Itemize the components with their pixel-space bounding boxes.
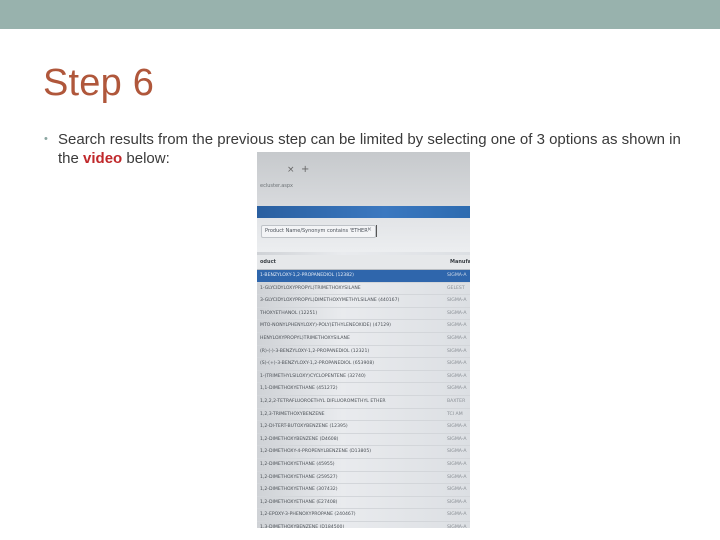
photo-row-manufacturer: SIGMA-A (447, 273, 467, 278)
photo-table-row: 1-BENZYLOXY-1,2-PROPANEDIOL (12382) SIGMA… (257, 270, 470, 283)
photo-row-product: 1,2-DIMETHOXYETHANE (E27408) (260, 499, 338, 505)
photo-row-product: (R)-(-)-3-BENZYLOXY-1,2-PROPANEDIOL (123… (260, 348, 370, 354)
photo-table-row: 1,2,3-TRIMETHOXYBENZENE TCI AM (257, 409, 470, 422)
photo-row-product: HENYLOXYPROPYL)TRIMETHOXYSILANE (260, 335, 350, 341)
screen-photo: × + ecluster.aspx Product Name/Synonym c… (257, 152, 470, 528)
photo-row-product: (S)-(+)-3-BENZYLOXY-1,2-PROPANEDIOL (653… (260, 361, 375, 367)
slide-title: Step 6 (43, 62, 155, 104)
photo-col-product: oduct (260, 259, 276, 265)
photo-table-row: THOXYETHANOL (12251) SIGMA-A (257, 308, 470, 321)
photo-row-manufacturer: SIGMA-A (447, 323, 467, 329)
photo-table-row: 1,3-DIMETHOXYBENZENE (D184500) SIGMA-A (257, 522, 470, 528)
photo-row-manufacturer: SIGMA-A (447, 298, 467, 304)
photo-table-row: 1,2-EPOXY-3-PHENOXYPROPANE (240467) SIGMA… (257, 509, 470, 522)
photo-row-manufacturer: SIGMA-A (447, 348, 467, 354)
bullet-icon: • (44, 133, 48, 145)
photo-table-row: 1,2-DIMETHOXYETHANE (E27408) SIGMA-A (257, 497, 470, 510)
photo-row-manufacturer: SIGMA-A (447, 310, 467, 316)
photo-table-row: 1,1-DIMETHOXYETHANE (451272) SIGMA-A (257, 383, 470, 396)
photo-row-manufacturer: TCI AM (447, 411, 463, 417)
photo-row-manufacturer: SIGMA-A (447, 436, 467, 442)
bullet-text-after: below: (122, 150, 170, 167)
photo-browser-chrome (257, 152, 470, 206)
photo-row-product: 3-GLYCIDYLOXYPROPYL)DIMETHOXYMETHYLSILAN… (260, 298, 400, 304)
photo-row-manufacturer: SIGMA-A (447, 474, 467, 480)
photo-row-manufacturer: SIGMA-A (447, 512, 467, 518)
photo-new-tab-icon: + (301, 164, 310, 175)
photo-table-row: 3-GLYCIDYLOXYPROPYL)DIMETHOXYMETHYLSILAN… (257, 295, 470, 308)
photo-table-row: 1,2-DIMETHOXYETHANE (307432) SIGMA-A (257, 484, 470, 497)
photo-row-manufacturer: SIGMA-A (447, 487, 467, 493)
photo-row-manufacturer: SIGMA-A (447, 361, 467, 367)
photo-table-row: 1,2-DI-TERT-BUTOXYBENZENE (12395) SIGMA-A (257, 421, 470, 434)
photo-app-header (257, 206, 470, 218)
photo-row-product: 1-(TRIMETHYLSILOXY)CYCLOPENTENE (32740) (260, 373, 366, 379)
photo-table-row: 1,2-DIMETHOXYETHANE (45955) SIGMA-A (257, 459, 470, 472)
photo-row-product: 1,3-DIMETHOXYBENZENE (D184500) (260, 524, 345, 528)
photo-row-product: 1,2,2,2-TETRAFLUOROETHYL DIFLUOROMETHYL … (260, 398, 386, 404)
photo-row-manufacturer: SIGMA-A (447, 524, 467, 528)
photo-table-row: 1,2-DIMETHOXY-4-PROPENYLBENZENE (D13805)… (257, 446, 470, 459)
photo-col-manufacturer: Manufa (450, 259, 470, 265)
photo-row-manufacturer: SIGMA-A (447, 499, 467, 505)
photo-url-text: ecluster.aspx (260, 183, 294, 189)
photo-row-manufacturer: SIGMA-A (447, 424, 467, 430)
photo-table-row: MTO-NONYLPHENYLOXY)-POLY(ETHYLENEOXIDE) … (257, 320, 470, 333)
photo-table-header: oduct Manufa (257, 255, 470, 270)
photo-row-product: THOXYETHANOL (12251) (260, 310, 318, 316)
photo-table-row: 1-(TRIMETHYLSILOXY)CYCLOPENTENE (32740) S… (257, 371, 470, 384)
photo-row-product: 1,2-DI-TERT-BUTOXYBENZENE (12395) (260, 424, 348, 430)
photo-row-product: 1,2-DIMETHOXYBENZENE (D4608) (260, 436, 339, 442)
photo-row-manufacturer: BAXTER (447, 398, 466, 404)
photo-table-body: 1-BENZYLOXY-1,2-PROPANEDIOL (12382) SIGMA… (257, 270, 470, 528)
photo-row-product: 1-BENZYLOXY-1,2-PROPANEDIOL (12382) (260, 273, 354, 278)
photo-row-manufacturer: GELEST (447, 285, 465, 291)
photo-close-tab-icon: × (287, 165, 295, 175)
photo-row-manufacturer: SIGMA-A (447, 386, 467, 392)
photo-table-row: 1,2,2,2-TETRAFLUOROETHYL DIFLUOROMETHYL … (257, 396, 470, 409)
video-highlight: video (83, 150, 123, 167)
photo-table-row: (R)-(-)-3-BENZYLOXY-1,2-PROPANEDIOL (123… (257, 346, 470, 359)
photo-row-manufacturer: SIGMA-A (447, 335, 467, 341)
photo-row-product: 1,1-DIMETHOXYETHANE (451272) (260, 386, 338, 392)
photo-row-product: 1-GLYCIDYLOXYPROPYL)TRIMETHOXYSILANE (260, 285, 361, 291)
photo-row-product: 1,2-DIMETHOXYETHANE (307432) (260, 487, 338, 493)
photo-table-row: (S)-(+)-3-BENZYLOXY-1,2-PROPANEDIOL (653… (257, 358, 470, 371)
photo-filter-clear-icon: × (367, 226, 373, 233)
photo-table-row: 1,2-DIMETHOXYBENZENE (D4608) SIGMA-A (257, 434, 470, 447)
photo-text-cursor (376, 225, 377, 237)
photo-table-row: HENYLOXYPROPYL)TRIMETHOXYSILANE SIGMA-A (257, 333, 470, 346)
photo-row-product: 1,2,3-TRIMETHOXYBENZENE (260, 411, 325, 417)
photo-row-product: 1,2-DIMETHOXYETHANE (259527) (260, 474, 338, 480)
photo-row-product: 1,2-DIMETHOXY-4-PROPENYLBENZENE (D13805) (260, 449, 372, 455)
photo-row-manufacturer: SIGMA-A (447, 461, 467, 467)
photo-row-manufacturer: SIGMA-A (447, 449, 467, 455)
photo-row-product: 1,2-DIMETHOXYETHANE (45955) (260, 461, 335, 467)
photo-row-product: 1,2-EPOXY-3-PHENOXYPROPANE (240467) (260, 512, 356, 518)
photo-filter-chip: Product Name/Synonym contains 'ETHER' (261, 225, 376, 238)
photo-row-product: MTO-NONYLPHENYLOXY)-POLY(ETHYLENEOXIDE) … (260, 323, 391, 329)
photo-table-row: 1-GLYCIDYLOXYPROPYL)TRIMETHOXYSILANE GELE… (257, 283, 470, 296)
header-band (0, 0, 720, 29)
photo-row-manufacturer: SIGMA-A (447, 373, 467, 379)
photo-table-row: 1,2-DIMETHOXYETHANE (259527) SIGMA-A (257, 472, 470, 485)
